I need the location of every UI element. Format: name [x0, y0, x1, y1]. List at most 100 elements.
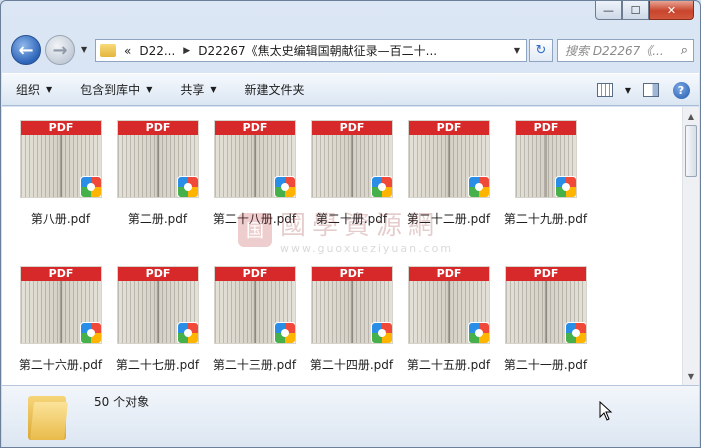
include-in-library-label: 包含到库中	[80, 83, 141, 97]
pdf-label: PDF	[516, 121, 576, 135]
file-grid: PDF 第八册.pdf PDF 第二册.pdf PDF 第二十八册.pdf PD…	[12, 115, 672, 385]
pdf-label: PDF	[118, 121, 198, 135]
pdf-thumbnail: PDF	[117, 266, 199, 344]
folder-icon	[100, 44, 116, 57]
search-input[interactable]: 搜索 D22267《... ⌕	[557, 39, 694, 62]
file-name: 第二十五册.pdf	[406, 358, 491, 372]
file-item[interactable]: PDF 第二十七册.pdf	[109, 261, 206, 385]
pdf-thumbnail: PDF	[311, 266, 393, 344]
pdf-app-icon	[555, 176, 576, 197]
breadcrumb-current[interactable]: D22267《焦太史编辑国朝献征录—百二十...	[194, 42, 441, 59]
pdf-thumbnail: PDF	[214, 120, 296, 198]
file-item[interactable]: PDF 第八册.pdf	[12, 115, 109, 261]
pdf-app-icon	[468, 176, 489, 197]
recent-pages-dropdown-icon[interactable]: ▼	[81, 45, 87, 54]
file-list-area[interactable]: PDF 第八册.pdf PDF 第二册.pdf PDF 第二十八册.pdf PD…	[2, 107, 699, 385]
file-name: 第二十六册.pdf	[18, 358, 103, 372]
file-name: 第二十二册.pdf	[406, 212, 491, 226]
back-button[interactable]: ←	[11, 35, 41, 65]
pdf-label: PDF	[215, 267, 295, 281]
pdf-app-icon	[468, 322, 489, 343]
chevron-down-icon: ▼	[46, 85, 53, 94]
navigation-bar: ← → ▼ « D22... ▶ D22267《焦太史编辑国朝献征录—百二十..…	[9, 33, 694, 67]
pdf-thumbnail: PDF	[117, 120, 199, 198]
file-item[interactable]: PDF 第二十五册.pdf	[400, 261, 497, 385]
pdf-app-icon	[565, 322, 586, 343]
scroll-up-icon[interactable]: ▲	[683, 108, 699, 124]
pdf-app-icon	[177, 322, 198, 343]
file-name: 第二十七册.pdf	[115, 358, 200, 372]
pdf-thumbnail: PDF	[408, 266, 490, 344]
file-item[interactable]: PDF 第二十八册.pdf	[206, 115, 303, 261]
search-placeholder: 搜索 D22267《...	[565, 44, 664, 58]
address-bar[interactable]: « D22... ▶ D22267《焦太史编辑国朝献征录—百二十... ▼	[95, 39, 527, 62]
vertical-scrollbar[interactable]: ▲ ▼	[682, 107, 699, 385]
address-dropdown-icon[interactable]: ▼	[514, 46, 520, 55]
scrollbar-thumb[interactable]	[685, 125, 697, 177]
file-name: 第二册.pdf	[127, 212, 188, 226]
pdf-thumbnail: PDF	[311, 120, 393, 198]
new-folder-button[interactable]: 新建文件夹	[231, 81, 319, 98]
organize-menu[interactable]: 组织 ▼	[2, 81, 66, 98]
forward-button[interactable]: →	[45, 35, 75, 65]
caption-buttons: — ☐ ✕	[595, 1, 694, 20]
pdf-label: PDF	[312, 267, 392, 281]
pdf-label: PDF	[506, 267, 586, 281]
pdf-thumbnail: PDF	[505, 266, 587, 344]
file-name: 第二十九册.pdf	[503, 212, 588, 226]
file-item[interactable]: PDF 第二十四册.pdf	[303, 261, 400, 385]
file-name: 第二十八册.pdf	[212, 212, 297, 226]
search-icon[interactable]: ⌕	[681, 43, 688, 58]
close-button[interactable]: ✕	[649, 1, 694, 20]
pdf-label: PDF	[312, 121, 392, 135]
pdf-app-icon	[274, 322, 295, 343]
file-item[interactable]: PDF 第二十二册.pdf	[400, 115, 497, 261]
toolbar-right-group: ▼ ?	[595, 80, 691, 100]
pdf-thumbnail: PDF	[408, 120, 490, 198]
file-name: 第八册.pdf	[30, 212, 91, 226]
chevron-down-icon: ▼	[210, 85, 217, 94]
command-bar: 组织 ▼ 包含到库中 ▼ 共享 ▼ 新建文件夹 ▼ ?	[2, 73, 699, 106]
file-item[interactable]: PDF 第二十六册.pdf	[12, 261, 109, 385]
file-item[interactable]: PDF 第二十一册.pdf	[497, 261, 594, 385]
pdf-app-icon	[80, 322, 101, 343]
pdf-label: PDF	[409, 267, 489, 281]
pdf-thumbnail: PDF	[20, 120, 102, 198]
item-count: 50 个对象	[94, 395, 150, 409]
help-icon: ?	[672, 81, 690, 99]
pdf-thumbnail: PDF	[515, 120, 577, 198]
change-view-button[interactable]	[595, 80, 615, 100]
preview-pane-button[interactable]	[641, 80, 661, 100]
minimize-button[interactable]: —	[595, 1, 622, 20]
breadcrumb-parent[interactable]: D22...	[135, 44, 179, 58]
file-item[interactable]: PDF 第二十九册.pdf	[497, 115, 594, 261]
pdf-app-icon	[177, 176, 198, 197]
help-button[interactable]: ?	[671, 80, 691, 100]
breadcrumb-overflow[interactable]: «	[120, 44, 135, 58]
view-dropdown-icon[interactable]: ▼	[625, 86, 631, 95]
file-item[interactable]: PDF 第二册.pdf	[109, 115, 206, 261]
file-item[interactable]: PDF 第二十册.pdf	[303, 115, 400, 261]
chevron-down-icon: ▼	[146, 85, 153, 94]
folder-icon	[28, 392, 68, 440]
share-label: 共享	[180, 83, 205, 97]
refresh-button[interactable]: ↻	[529, 39, 553, 62]
pdf-thumbnail: PDF	[214, 266, 296, 344]
file-item[interactable]: PDF 第二十三册.pdf	[206, 261, 303, 385]
chevron-right-icon[interactable]: ▶	[179, 46, 194, 56]
share-menu[interactable]: 共享 ▼	[166, 81, 230, 98]
pdf-label: PDF	[118, 267, 198, 281]
details-pane: 50 个对象	[2, 385, 699, 447]
scroll-down-icon[interactable]: ▼	[683, 368, 699, 384]
pdf-label: PDF	[21, 267, 101, 281]
pdf-thumbnail: PDF	[20, 266, 102, 344]
view-icon	[596, 83, 613, 97]
include-in-library-menu[interactable]: 包含到库中 ▼	[66, 81, 166, 98]
pdf-app-icon	[274, 176, 295, 197]
file-name: 第二十四册.pdf	[309, 358, 394, 372]
pdf-app-icon	[371, 322, 392, 343]
organize-label: 组织	[16, 83, 41, 97]
maximize-button[interactable]: ☐	[622, 1, 649, 20]
mouse-cursor-icon	[599, 401, 613, 421]
pdf-app-icon	[80, 176, 101, 197]
